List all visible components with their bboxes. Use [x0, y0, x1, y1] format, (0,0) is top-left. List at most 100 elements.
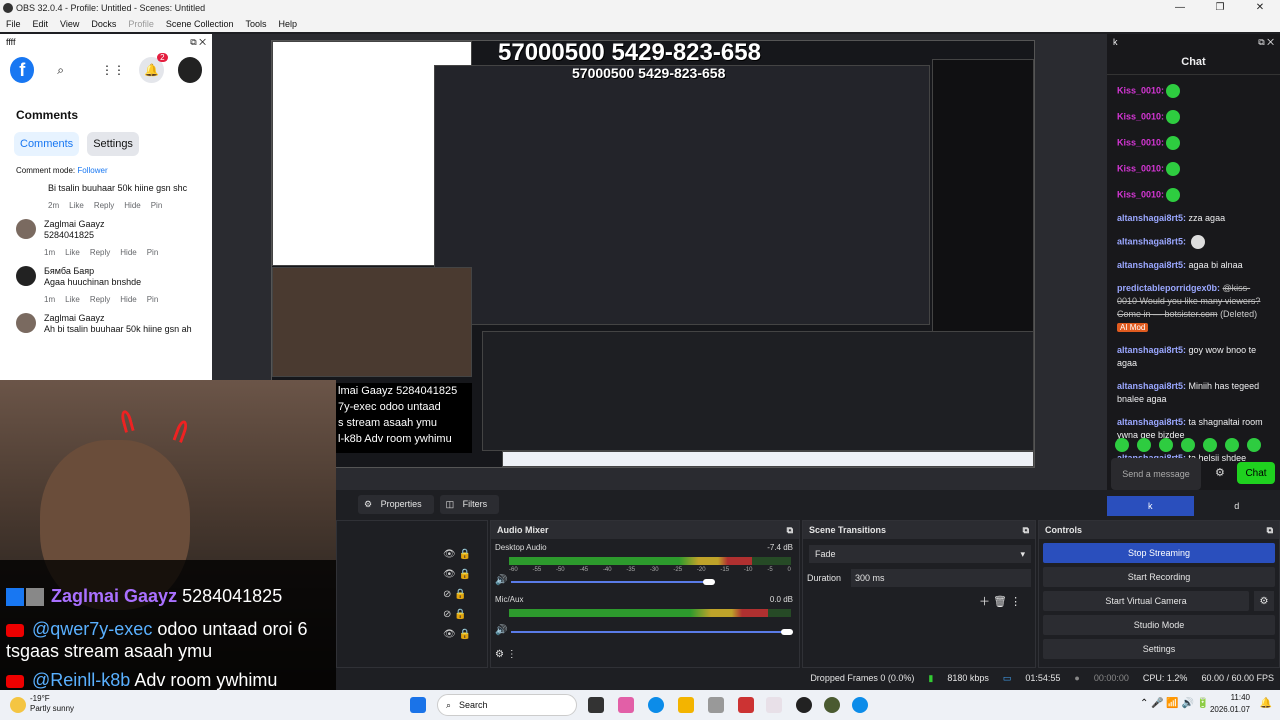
menu-docks[interactable]: Docks	[85, 19, 122, 29]
comment-mode-value[interactable]: Follower	[77, 166, 107, 175]
transition-buttons[interactable]: ＋ 🗑 ⋮	[979, 593, 1021, 609]
comment-author[interactable]: Zaglmai Gaayz	[44, 219, 158, 230]
volume-slider[interactable]	[511, 581, 711, 583]
filters-button[interactable]: ◫ Filters	[439, 494, 500, 514]
system-tray-icons[interactable]: ⌃ 🎤 📶 🔊 🔋	[1140, 698, 1209, 709]
chat-username[interactable]: altanshagai8rt5:	[1117, 260, 1186, 270]
close-button[interactable]: ✕	[1240, 0, 1280, 16]
chat-send-button[interactable]: Chat	[1237, 462, 1275, 484]
app-icon[interactable]	[824, 697, 840, 713]
tab-d[interactable]: d	[1194, 496, 1280, 516]
app-icon[interactable]	[766, 697, 782, 713]
properties-button[interactable]: ⚙ Properties	[358, 494, 434, 514]
virtual-camera-gear-icon[interactable]: ⚙	[1254, 591, 1274, 611]
chat-username[interactable]: altanshagai8rt5:	[1117, 213, 1186, 223]
hide-link[interactable]: Hide	[120, 247, 136, 258]
dock-float-icon[interactable]: ⧉	[1023, 525, 1029, 536]
reply-link[interactable]: Reply	[94, 200, 114, 211]
emote-icon[interactable]	[1159, 438, 1173, 452]
app-icon[interactable]	[738, 697, 754, 713]
comment-author[interactable]: Бямба Баяр	[44, 266, 158, 277]
tab-comments[interactable]: Comments	[14, 132, 80, 156]
tab-k[interactable]: k	[1107, 496, 1194, 516]
chat-username[interactable]: Kiss_0010:	[1117, 137, 1164, 147]
notifications-bell-icon[interactable]: 🔔 2	[139, 53, 168, 83]
like-link[interactable]: Like	[65, 294, 80, 305]
facebook-logo-icon[interactable]: f	[10, 57, 35, 83]
reply-link[interactable]: Reply	[90, 247, 110, 258]
hide-link[interactable]: Hide	[120, 294, 136, 305]
dock-close-icon[interactable]: ⧉ ✕	[1258, 37, 1274, 48]
minimize-button[interactable]: —	[1160, 0, 1200, 16]
menu-profile[interactable]: Profile	[122, 19, 160, 29]
chat-username[interactable]: predictableporridgex0b:	[1117, 283, 1220, 293]
volume-slider-knob[interactable]	[781, 629, 793, 635]
mixer-settings-gear-icon[interactable]: ⚙ ⋮	[495, 649, 517, 660]
edge-icon[interactable]	[648, 697, 664, 713]
volume-slider[interactable]	[511, 631, 791, 633]
avatar[interactable]	[177, 57, 203, 83]
stop-streaming-button[interactable]: Stop Streaming	[1043, 543, 1275, 563]
obs-taskbar-icon[interactable]	[796, 697, 812, 713]
chat-username[interactable]: altanshagai8rt5:	[1117, 381, 1186, 391]
weather-widget[interactable]: -19°F Partly sunny	[30, 694, 74, 714]
task-view-icon[interactable]	[588, 697, 604, 713]
like-link[interactable]: Like	[65, 247, 80, 258]
pin-link[interactable]: Pin	[147, 294, 159, 305]
speaker-icon[interactable]: 🔊	[495, 575, 507, 586]
menu-view[interactable]: View	[54, 19, 85, 29]
chat-username[interactable]: Kiss_0010:	[1117, 85, 1164, 95]
chat-username[interactable]: altanshagai8rt5:	[1117, 417, 1186, 427]
start-recording-button[interactable]: Start Recording	[1043, 567, 1275, 587]
settings-button[interactable]: Settings	[1043, 639, 1275, 659]
studio-mode-button[interactable]: Studio Mode	[1043, 615, 1275, 635]
emote-icon[interactable]	[1247, 438, 1261, 452]
app-icon[interactable]	[708, 697, 724, 713]
chat-username[interactable]: altanshagai8rt5:	[1117, 236, 1186, 246]
emote-icon[interactable]	[1181, 438, 1195, 452]
reply-link[interactable]: Reply	[90, 294, 110, 305]
emote-bar[interactable]	[1113, 438, 1263, 452]
pin-link[interactable]: Pin	[151, 200, 163, 211]
apps-grid-icon[interactable]: ⋮⋮	[101, 57, 125, 83]
like-link[interactable]: Like	[69, 200, 84, 211]
taskbar-clock[interactable]: 11:40 2026.01.07	[1210, 692, 1250, 716]
chat-message-input[interactable]: Send a message	[1111, 458, 1201, 490]
dock-close-icon[interactable]: ⧉ ✕	[190, 37, 206, 48]
duration-input[interactable]: 300 ms	[851, 569, 1031, 587]
chat-username[interactable]: Kiss_0010:	[1117, 111, 1164, 121]
menu-scene-collection[interactable]: Scene Collection	[160, 19, 240, 29]
volume-slider-knob[interactable]	[703, 579, 715, 585]
speaker-icon[interactable]: 🔊	[495, 625, 507, 636]
file-explorer-icon[interactable]	[678, 697, 694, 713]
menu-help[interactable]: Help	[272, 19, 303, 29]
menu-file[interactable]: File	[0, 19, 27, 29]
start-virtual-camera-button[interactable]: Start Virtual Camera	[1043, 591, 1249, 611]
dock-float-icon[interactable]: ⧉	[787, 525, 793, 536]
source-visibility-column[interactable]: 👁 🔒 👁 🔒 ⊘ 🔒 ⊘ 🔒 👁 🔒	[443, 545, 471, 645]
tab-settings[interactable]: Settings	[87, 132, 139, 156]
app-icon[interactable]	[852, 697, 868, 713]
app-icon[interactable]	[618, 697, 634, 713]
dock-float-icon[interactable]: ⧉	[1267, 525, 1273, 536]
search-icon[interactable]: ⌕	[48, 57, 72, 83]
emote-icon[interactable]	[1203, 438, 1217, 452]
chat-username[interactable]: Kiss_0010:	[1117, 189, 1164, 199]
chat-username[interactable]: Kiss_0010:	[1117, 163, 1164, 173]
maximize-button[interactable]: ❐	[1200, 0, 1240, 16]
pin-link[interactable]: Pin	[147, 247, 159, 258]
comment-author[interactable]: Zaglmai Gaayz	[44, 313, 192, 324]
chat-username[interactable]: altanshagai8rt5:	[1117, 345, 1186, 355]
menu-edit[interactable]: Edit	[27, 19, 55, 29]
transition-select[interactable]: Fade ▾	[809, 545, 1031, 563]
emote-icon[interactable]	[1225, 438, 1239, 452]
emote-icon[interactable]	[1137, 438, 1151, 452]
hide-link[interactable]: Hide	[124, 200, 140, 211]
emote-icon[interactable]	[1115, 438, 1129, 452]
menu-tools[interactable]: Tools	[239, 19, 272, 29]
taskbar-search[interactable]: ⌕ Search	[437, 694, 577, 716]
notification-center-icon[interactable]: 🔔	[1260, 698, 1272, 709]
windows-start-icon[interactable]	[410, 697, 426, 713]
weather-icon[interactable]	[10, 697, 26, 713]
chat-settings-gear-icon[interactable]: ⚙	[1215, 466, 1225, 479]
